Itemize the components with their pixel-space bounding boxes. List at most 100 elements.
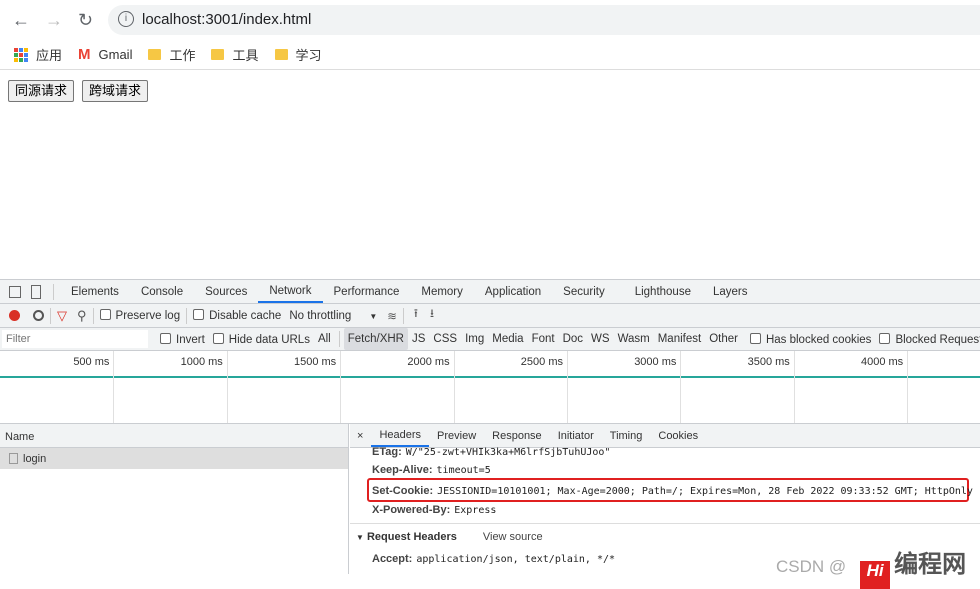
tab-elements[interactable]: Elements <box>60 280 130 303</box>
address-bar[interactable]: i localhost:3001/index.html <box>108 5 980 35</box>
type-filter-font[interactable]: Font <box>528 328 559 350</box>
type-filter-media[interactable]: Media <box>488 328 527 350</box>
tab-console[interactable]: Console <box>130 280 194 303</box>
timeline-gridline <box>793 351 795 423</box>
inspect-icon[interactable] <box>9 285 21 298</box>
timeline-gridline <box>567 351 568 423</box>
header-etag: ETag: W/"25-zwt+VHIk3ka+M6lrfSjbTuhUJoo" <box>372 446 610 458</box>
back-icon[interactable]: ← <box>12 10 30 31</box>
header-value: JESSIONID=10101001; Max-Age=2000; Path=/… <box>437 486 973 497</box>
tab-sources[interactable]: Sources <box>194 280 258 303</box>
type-filter-css[interactable]: CSS <box>429 328 461 350</box>
request-list: Name login <box>0 424 349 574</box>
watermark: CSDN @ Hi 编程网 <box>776 544 966 589</box>
url-text: localhost:3001/index.html <box>142 11 312 28</box>
document-icon <box>9 453 18 464</box>
resource-type-filters: All Fetch/XHR JS CSS Img Media Font Doc WS Wasm Ma… <box>314 328 742 350</box>
bookmark-apps[interactable]: 应用 <box>14 45 62 64</box>
type-filter-js[interactable]: JS <box>408 328 429 350</box>
header-set-cookie: Set-Cookie: JESSIONID=10101001; Max-Age=2… <box>372 485 973 497</box>
bookmark-label: Gmail <box>98 47 133 62</box>
header-accept: Accept: application/json, text/plain, */* <box>372 553 615 565</box>
type-filter-ws[interactable]: WS <box>587 328 614 350</box>
same-origin-request-button[interactable]: 同源请求 <box>8 80 75 102</box>
name-column-header[interactable]: Name <box>0 424 348 448</box>
reload-icon[interactable]: ↻ <box>78 10 93 31</box>
device-toolbar-icon[interactable] <box>31 284 41 299</box>
throttling-select[interactable]: No throttling ▼ <box>289 310 377 322</box>
header-x-powered-by: X-Powered-By: Express <box>372 504 496 516</box>
request-row-login[interactable]: login <box>0 448 348 469</box>
type-filter-fetchxhr[interactable]: Fetch/XHR <box>343 328 408 350</box>
search-icon[interactable]: ⚲ <box>77 308 87 324</box>
download-icon[interactable]: ⭳ <box>430 306 434 325</box>
bookmark-tools[interactable]: 工具 <box>211 45 259 64</box>
filter-input[interactable] <box>2 330 148 348</box>
tab-layers[interactable]: Layers <box>702 280 759 303</box>
has-blocked-cookies-checkbox[interactable]: Has blocked cookies <box>749 332 872 346</box>
type-filter-other[interactable]: Other <box>705 328 742 350</box>
cross-origin-request-button[interactable]: 跨域请求 <box>82 80 149 102</box>
upload-icon[interactable]: ⭱ <box>414 306 418 325</box>
timeline-tick-label: 3000 ms <box>634 356 677 368</box>
tab-security[interactable]: Security <box>552 280 616 303</box>
tab-preview[interactable]: Preview <box>429 424 484 447</box>
tab-initiator[interactable]: Initiator <box>550 424 602 447</box>
forward-icon[interactable]: → <box>45 10 63 31</box>
header-value: application/json, text/plain, */* <box>416 554 616 565</box>
bookmark-label: 应用 <box>36 48 63 63</box>
filter-icon[interactable]: ▽ <box>57 308 67 324</box>
type-filter-wasm[interactable]: Wasm <box>614 328 654 350</box>
section-divider <box>350 523 980 524</box>
type-filter-doc[interactable]: Doc <box>559 328 587 350</box>
tab-timing[interactable]: Timing <box>602 424 651 447</box>
network-conditions-icon[interactable]: ≋ <box>387 309 397 323</box>
invert-label: Invert <box>176 333 205 346</box>
header-key: ETag: <box>372 446 402 458</box>
devtools-panel: Elements Console Sources Network Perform… <box>0 279 980 574</box>
type-filter-manifest[interactable]: Manifest <box>654 328 705 350</box>
header-value: timeout=5 <box>436 465 491 476</box>
tab-lighthouse[interactable]: Lighthouse <box>624 280 702 303</box>
clear-icon[interactable] <box>33 310 44 321</box>
bookmark-study[interactable]: 学习 <box>274 45 322 64</box>
tab-cookies[interactable]: Cookies <box>650 424 706 447</box>
filter-bar: Invert Hide data URLs All Fetch/XHRJSCSSI… <box>0 328 980 351</box>
timeline-tick-label: 1500 ms <box>293 356 337 368</box>
bookmark-label: 学习 <box>295 48 322 63</box>
header-keep-alive: Keep-Alive: timeout=5 <box>372 464 491 476</box>
request-headers-section[interactable]: ▼ Request Headers View source <box>356 531 543 543</box>
tab-application[interactable]: Application <box>474 280 552 303</box>
info-icon[interactable]: i <box>118 11 134 27</box>
section-title: Request Headers <box>366 531 457 543</box>
timeline-tick-label: 1000 ms <box>180 356 223 368</box>
header-key: Accept: <box>372 553 413 565</box>
tab-memory[interactable]: Memory <box>410 280 474 303</box>
view-source-link[interactable]: View source <box>483 531 543 543</box>
tab-response[interactable]: Response <box>484 424 550 447</box>
has-blocked-cookies-label: Has blocked cookies <box>765 333 872 346</box>
timeline-gridline <box>907 351 909 423</box>
network-toolbar: ▽ ⚲ Preserve log Disable cache No thrott… <box>0 304 980 328</box>
watermark-logo: Hi <box>860 561 891 589</box>
tab-network[interactable]: Network <box>258 280 323 303</box>
network-overview-timeline[interactable]: 500 ms 1000 ms 1500 ms 2000 ms 2500 ms 3000 m… <box>0 351 980 424</box>
tab-performance[interactable]: Performance <box>323 280 411 303</box>
bookmark-gmail[interactable]: M Gmail <box>78 46 132 63</box>
detail-tabs: × Headers Preview Response Initiator Tim… <box>350 424 980 448</box>
bookmark-work[interactable]: 工作 <box>148 45 195 64</box>
bookmark-label: 工作 <box>169 48 196 63</box>
preserve-log-checkbox[interactable]: Preserve log <box>99 309 180 322</box>
browser-toolbar: ← → ↻ i localhost:3001/index.html <box>0 0 980 40</box>
close-icon[interactable]: × <box>357 430 363 442</box>
disable-cache-checkbox[interactable]: Disable cache <box>193 309 281 322</box>
blocked-requests-checkbox[interactable]: Blocked Requests <box>879 332 980 346</box>
invert-checkbox[interactable]: Invert <box>160 332 205 346</box>
record-icon[interactable] <box>9 310 20 321</box>
tab-headers[interactable]: Headers <box>371 424 430 447</box>
type-filter-img[interactable]: Img <box>461 328 488 350</box>
devtools-tabs: Elements Console Sources Network Perform… <box>0 280 980 304</box>
type-filter-all[interactable]: All <box>314 328 335 350</box>
hide-data-urls-checkbox[interactable]: Hide data URLs <box>212 332 310 346</box>
triangle-down-icon: ▼ <box>356 533 364 542</box>
